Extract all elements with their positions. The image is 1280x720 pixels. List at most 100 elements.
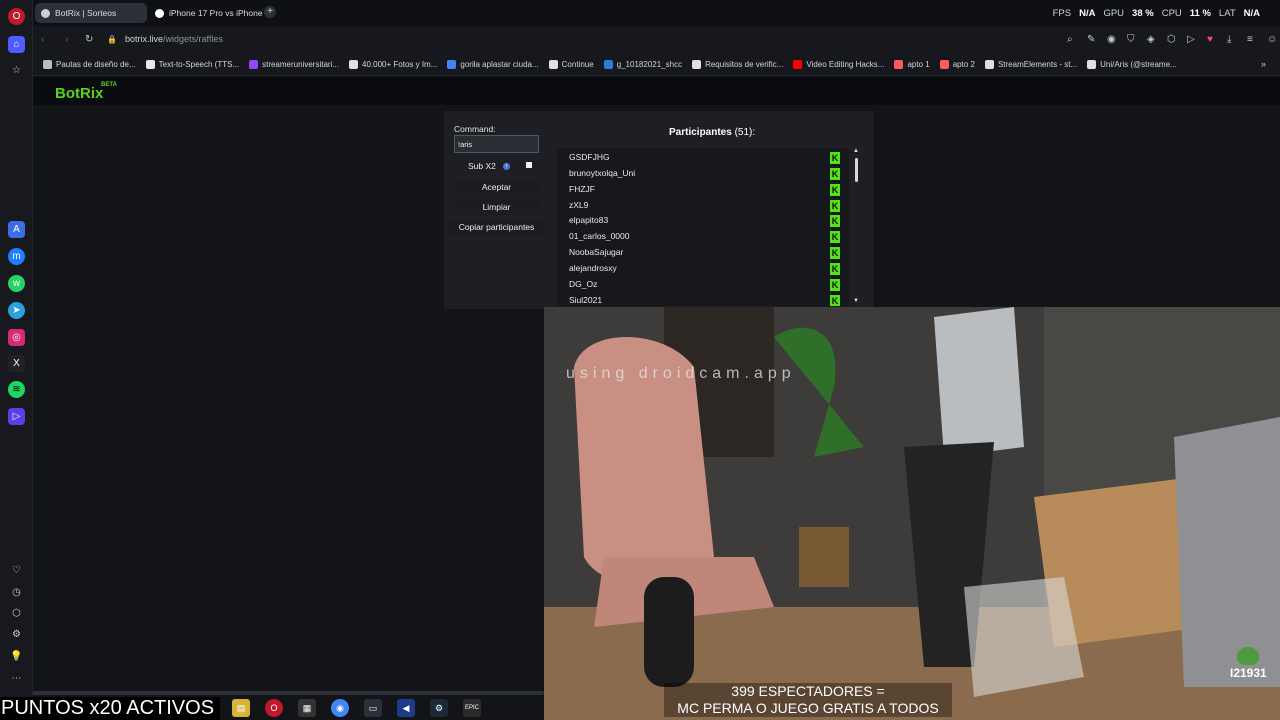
bookmark-label: apto 1	[907, 60, 930, 69]
microphone-shape	[644, 577, 694, 687]
download-icon[interactable]: ⤓	[1227, 34, 1231, 45]
opera-icon[interactable]: O	[265, 699, 283, 717]
browser-sidebar: O ⌂ ☆ A m w ➤ ◎ X ≋ ▷ ♡ ◷ ⬡ ⚙ 💡 ⋯	[0, 0, 33, 720]
kick-icon: K	[830, 247, 840, 259]
new-tab-plus-icon[interactable]: +	[264, 6, 276, 18]
search-icon[interactable]: ⌕	[1067, 34, 1073, 45]
horizontal-scrollbar[interactable]	[33, 691, 544, 695]
bookmark-item[interactable]: Text-to-Speech (TTS...	[145, 60, 239, 69]
bookmark-item[interactable]: StreamElements - st...	[984, 60, 1077, 69]
home-icon[interactable]: ⌂	[8, 36, 25, 53]
forward-icon[interactable]: ›	[65, 34, 68, 45]
url-field[interactable]: botrix.live/widgets/raffles	[125, 34, 223, 44]
scroll-up-icon[interactable]: ▲	[853, 148, 859, 154]
opera-logo-icon[interactable]: O	[8, 8, 25, 25]
aria-icon[interactable]: A	[8, 221, 25, 238]
star-icon[interactable]: ☆	[8, 62, 25, 79]
cpu-label: CPU	[1161, 7, 1182, 19]
scroll-down-icon[interactable]: ▼	[853, 298, 859, 304]
tab-botrix[interactable]: BotRix | Sorteos	[35, 3, 147, 23]
bookmark-item[interactable]: Uni/Aris (@streame...	[1087, 60, 1177, 69]
steam-icon[interactable]: ⚙	[430, 699, 448, 717]
bookmark-label: Video Editing Hacks...	[806, 60, 885, 69]
bookmark-label: g_10182021_shcc	[616, 60, 683, 69]
twitch-icon	[249, 60, 259, 69]
info-icon[interactable]: i	[502, 162, 510, 170]
reload-icon[interactable]: ↻	[85, 34, 93, 45]
instagram-icon[interactable]: ◎	[8, 329, 25, 346]
vscode-icon[interactable]: ◀	[397, 699, 415, 717]
shield-icon[interactable]: ⛉	[1127, 34, 1135, 45]
camera-icon[interactable]: ◉	[1107, 34, 1116, 45]
raffle-panel: Command: Sub X2 i Aceptar Limpiar Copiar…	[444, 111, 874, 309]
play-icon[interactable]: ▷	[1187, 34, 1195, 45]
bookmarks-overflow-icon[interactable]: »	[1261, 59, 1266, 69]
extensions-icon[interactable]: ⬡	[1167, 34, 1176, 45]
telegram-icon[interactable]: ➤	[8, 302, 25, 319]
bookmark-icon	[603, 60, 613, 69]
bookmark-item[interactable]: 40.000+ Fotos y Im...	[349, 60, 437, 69]
google-icon	[447, 60, 457, 69]
x-icon	[692, 60, 702, 69]
gpu-label: GPU	[1103, 7, 1125, 19]
profile-icon[interactable]: ☺	[1267, 34, 1277, 45]
more-icon[interactable]: ⋯	[8, 670, 25, 687]
bookmark-item[interactable]: Video Editing Hacks...	[793, 60, 884, 69]
participant-name: alejandrosxy	[569, 263, 617, 273]
bookmark-item[interactable]: Continue	[548, 60, 594, 69]
menu-icon[interactable]: ≡	[1247, 34, 1253, 45]
history-icon[interactable]: ◷	[8, 584, 25, 601]
bookmark-item[interactable]: gorila aplastar ciuda...	[447, 60, 539, 69]
window-icon[interactable]: ▭	[364, 699, 382, 717]
edit-icon[interactable]: ✎	[1087, 34, 1095, 45]
accept-button[interactable]: Aceptar	[454, 179, 539, 195]
x-icon[interactable]: X	[8, 355, 25, 372]
lock-icon[interactable]: 🔒	[107, 35, 117, 44]
bookmark-label: Continue	[561, 60, 594, 69]
taskbar: ▤ O ▦ ◉ ▭ ◀ ⚙ EPIC	[232, 698, 481, 718]
settings-icon[interactable]: ⚙	[8, 626, 25, 643]
player-icon[interactable]: ▷	[8, 408, 25, 425]
bookmark-item[interactable]: streameruniversitari...	[249, 60, 339, 69]
epic-games-icon[interactable]: EPIC	[463, 699, 481, 717]
messenger-icon[interactable]: m	[8, 248, 25, 265]
bookmark-item[interactable]: Pautas de diseño de...	[43, 60, 136, 69]
beta-badge: BETA	[101, 82, 117, 88]
kick-icon: K	[830, 295, 840, 306]
scroll-thumb[interactable]	[855, 158, 858, 182]
heart-icon[interactable]: ♡	[8, 562, 25, 579]
whatsapp-icon[interactable]: w	[8, 275, 25, 292]
bookmark-label: apto 2	[952, 60, 975, 69]
participant-name: elpapito83	[569, 215, 609, 225]
participants-scrollbar[interactable]: ▲ ▼	[852, 148, 862, 306]
vpn-icon[interactable]: ◈	[1147, 34, 1155, 45]
bookmark-item[interactable]: apto 1	[894, 60, 930, 69]
emote-tag: I21931	[1230, 666, 1267, 680]
lightbulb-icon[interactable]: 💡	[8, 648, 25, 665]
tab-iphone[interactable]: iPhone 17 Pro vs iPhone 1	[149, 3, 267, 23]
fps-label: FPS	[1052, 7, 1072, 19]
command-input[interactable]	[454, 135, 539, 153]
spotify-icon[interactable]: ≋	[8, 381, 25, 398]
spectators-line2: MC PERMA O JUEGO GRATIS A TODOS	[677, 700, 939, 716]
participant-name: FHZJF	[569, 184, 595, 194]
sub-x2-checkbox[interactable]	[526, 162, 532, 168]
bookmark-item[interactable]: apto 2	[939, 60, 975, 69]
app-icon[interactable]: ▦	[298, 699, 316, 717]
bookmark-item[interactable]: Requisitos de verific...	[692, 60, 783, 69]
address-bar: ‹ › ↻ 🔒 botrix.live/widgets/raffles ⌕ ✎ …	[33, 26, 1280, 54]
copy-participants-button[interactable]: Copiar participantes	[448, 219, 545, 235]
participants-list[interactable]: GSDFJHG K brunoytxolqa_Uni K FHZJF K zXL9 K …	[557, 148, 849, 306]
botrix-logo[interactable]: BotRix BETA	[55, 82, 117, 102]
file-explorer-icon[interactable]: ▤	[232, 699, 250, 717]
clear-button[interactable]: Limpiar	[454, 199, 539, 215]
webcam-overlay: using droidcam.app 399 ESPECTADORES = MC…	[544, 307, 1280, 720]
bookmark-label: 40.000+ Fotos y Im...	[362, 60, 438, 69]
kick-icon: K	[830, 279, 840, 291]
cube-icon[interactable]: ⬡	[8, 605, 25, 622]
bookmark-item[interactable]: g_10182021_shcc	[603, 60, 683, 69]
bookmark-label: gorila aplastar ciuda...	[460, 60, 539, 69]
back-icon[interactable]: ‹	[41, 34, 44, 45]
heart-filled-icon[interactable]: ♥	[1207, 34, 1213, 45]
chrome-icon[interactable]: ◉	[331, 699, 349, 717]
